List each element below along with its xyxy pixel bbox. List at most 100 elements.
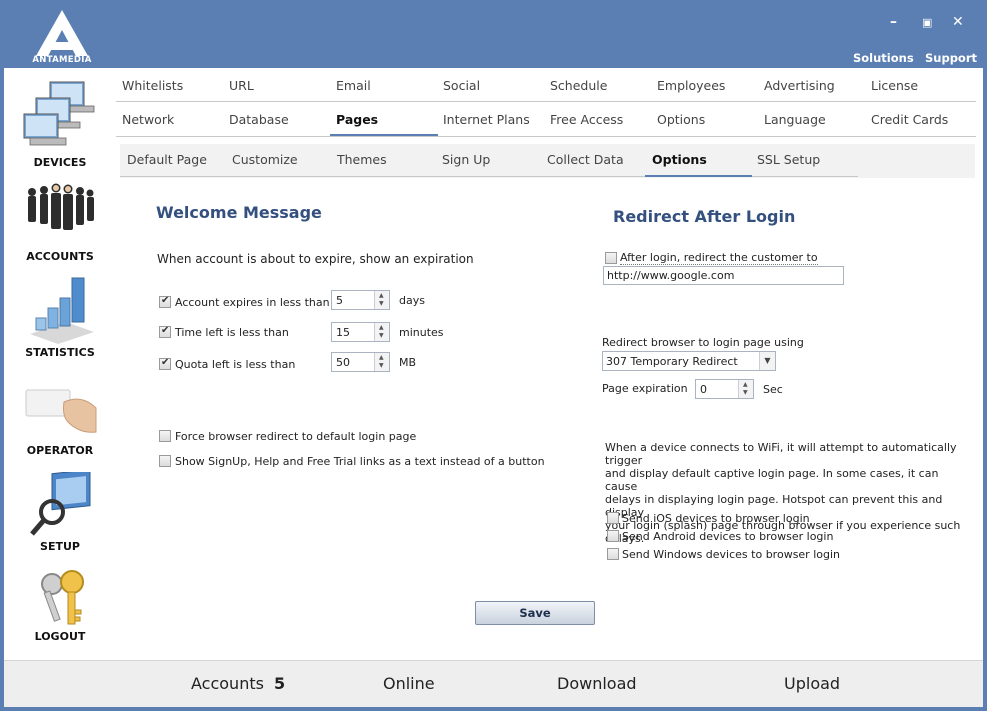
online-label: Online (383, 674, 435, 693)
tab-url[interactable]: URL (229, 78, 254, 93)
sidebar-item-setup[interactable]: SETUP (4, 470, 116, 560)
time-left-checkbox[interactable] (159, 325, 171, 338)
tab-whitelists[interactable]: Whitelists (122, 78, 183, 93)
page-expiration-unit: Sec (763, 383, 783, 396)
subtab-sign-up[interactable]: Sign Up (442, 152, 490, 167)
accounts-label: Accounts (191, 674, 264, 693)
sidebar: DEVICES ACCOUNTS STATISTICS OPERATOR SET… (4, 68, 116, 660)
stepper-value: 5 (336, 294, 343, 307)
redirect-method-select[interactable]: 307 Temporary Redirect ▼ (602, 351, 776, 371)
accounts-status: Accounts 5 (191, 674, 285, 693)
stepper-buttons[interactable]: ▲ ▼ (374, 291, 389, 309)
force-redirect-label: Force browser redirect to default login … (175, 430, 417, 443)
ios-browser-login-label: Send iOS devices to browser login (622, 512, 810, 525)
upload-label: Upload (784, 674, 841, 693)
support-link[interactable]: Support (925, 51, 977, 65)
sidebar-item-devices[interactable]: DEVICES (4, 76, 116, 172)
tab-network[interactable]: Network (122, 112, 174, 127)
sidebar-item-accounts[interactable]: ACCOUNTS (4, 178, 116, 266)
show-links-checkbox[interactable] (159, 455, 171, 467)
redirect-heading: Redirect After Login (613, 207, 796, 226)
tab-credit-cards[interactable]: Credit Cards (871, 112, 948, 127)
up-arrow-icon[interactable]: ▲ (379, 354, 384, 361)
subtab-ssl-setup[interactable]: SSL Setup (757, 152, 820, 167)
stepper-buttons[interactable]: ▲ ▼ (374, 353, 389, 371)
sidebar-item-statistics[interactable]: STATISTICS (4, 272, 116, 364)
force-redirect-checkbox[interactable] (159, 430, 171, 442)
subtab-collect-data[interactable]: Collect Data (547, 152, 624, 167)
stepper-buttons[interactable]: ▲ ▼ (738, 380, 753, 398)
statistics-icon (30, 277, 94, 344)
sidebar-item-operator[interactable]: OPERATOR (4, 382, 116, 464)
stepper-buttons[interactable]: ▲ ▼ (374, 323, 389, 341)
up-arrow-icon[interactable]: ▲ (743, 381, 748, 388)
account-expires-checkbox[interactable] (159, 295, 171, 308)
status-bar: Accounts 5 Online Download Upload (4, 660, 983, 707)
minimize-button[interactable]: – (890, 14, 897, 30)
down-arrow-icon[interactable]: ▼ (379, 300, 384, 307)
subtab-options[interactable]: Options (652, 152, 707, 167)
close-button[interactable]: ✕ (952, 14, 964, 30)
logo-text: ANTAMEDIA (32, 55, 92, 65)
page-expiration-stepper[interactable]: 0 ▲ ▼ (695, 379, 754, 399)
tab-language[interactable]: Language (764, 112, 826, 127)
down-arrow-icon[interactable]: ▼ (379, 332, 384, 339)
tab-schedule[interactable]: Schedule (550, 78, 607, 93)
tab-options[interactable]: Options (657, 112, 705, 127)
quota-left-label: Quota left is less than (175, 358, 296, 371)
active-tab-indicator (330, 134, 438, 136)
sidebar-item-label: LOGOUT (34, 630, 86, 643)
tab-row-primary: Whitelists URL Email Social Schedule Emp… (116, 69, 976, 102)
down-arrow-icon[interactable]: ▼ (743, 389, 748, 396)
info-line: When a device connects to WiFi, it will … (605, 441, 957, 467)
redirect-url-input[interactable]: http://www.google.com (603, 266, 844, 285)
setup-icon (30, 472, 91, 536)
sidebar-item-logout[interactable]: LOGOUT (4, 564, 116, 652)
tab-free-access[interactable]: Free Access (550, 112, 623, 127)
active-subtab-indicator (645, 175, 752, 177)
subtab-customize[interactable]: Customize (232, 152, 298, 167)
after-login-redirect-label: After login, redirect the customer to (620, 251, 818, 265)
subtab-strip: Default Page Customize Themes Sign Up Co… (120, 144, 858, 177)
windows-browser-login-label: Send Windows devices to browser login (622, 548, 841, 561)
show-links-label: Show SignUp, Help and Free Trial links a… (175, 455, 545, 468)
quota-left-stepper[interactable]: 50 ▲ ▼ (331, 352, 390, 372)
up-arrow-icon[interactable]: ▲ (379, 324, 384, 331)
tab-internet-plans[interactable]: Internet Plans (443, 112, 530, 127)
windows-browser-login-checkbox[interactable] (607, 548, 619, 560)
time-left-label: Time left is less than (175, 326, 289, 339)
ios-browser-login-checkbox[interactable] (607, 512, 619, 524)
tab-row-secondary: Network Database Pages Internet Plans Fr… (116, 103, 976, 137)
account-expires-stepper[interactable]: 5 ▲ ▼ (331, 290, 390, 310)
tab-pages[interactable]: Pages (336, 112, 378, 127)
page-expiration-label: Page expiration (602, 382, 688, 395)
tab-database[interactable]: Database (229, 112, 289, 127)
up-arrow-icon[interactable]: ▲ (379, 292, 384, 299)
tab-advertising[interactable]: Advertising (764, 78, 835, 93)
sidebar-item-label: OPERATOR (26, 444, 94, 457)
tab-social[interactable]: Social (443, 78, 480, 93)
tab-email[interactable]: Email (336, 78, 371, 93)
subtab-default-page[interactable]: Default Page (127, 152, 207, 167)
sidebar-item-label: SETUP (40, 540, 80, 553)
chevron-down-icon[interactable]: ▼ (759, 352, 775, 370)
time-left-stepper[interactable]: 15 ▲ ▼ (331, 322, 390, 342)
down-arrow-icon[interactable]: ▼ (379, 362, 384, 369)
solutions-link[interactable]: Solutions (853, 51, 914, 65)
tab-employees[interactable]: Employees (657, 78, 725, 93)
stepper-value: 15 (336, 326, 350, 339)
devices-icon (23, 81, 95, 146)
android-browser-login-checkbox[interactable] (607, 530, 619, 542)
operator-icon (25, 389, 97, 433)
tab-license[interactable]: License (871, 78, 918, 93)
stepper-value: 0 (700, 383, 707, 396)
subtab-themes[interactable]: Themes (337, 152, 387, 167)
subtab-row: Default Page Customize Themes Sign Up Co… (120, 144, 975, 178)
save-button[interactable]: Save (475, 601, 595, 625)
after-login-redirect-checkbox[interactable] (605, 252, 617, 264)
redirect-url-value: http://www.google.com (607, 269, 735, 282)
accounts-count: 5 (273, 674, 286, 693)
quota-left-checkbox[interactable] (159, 357, 171, 370)
download-label: Download (557, 674, 637, 693)
restore-button[interactable]: ▣ (922, 16, 932, 29)
